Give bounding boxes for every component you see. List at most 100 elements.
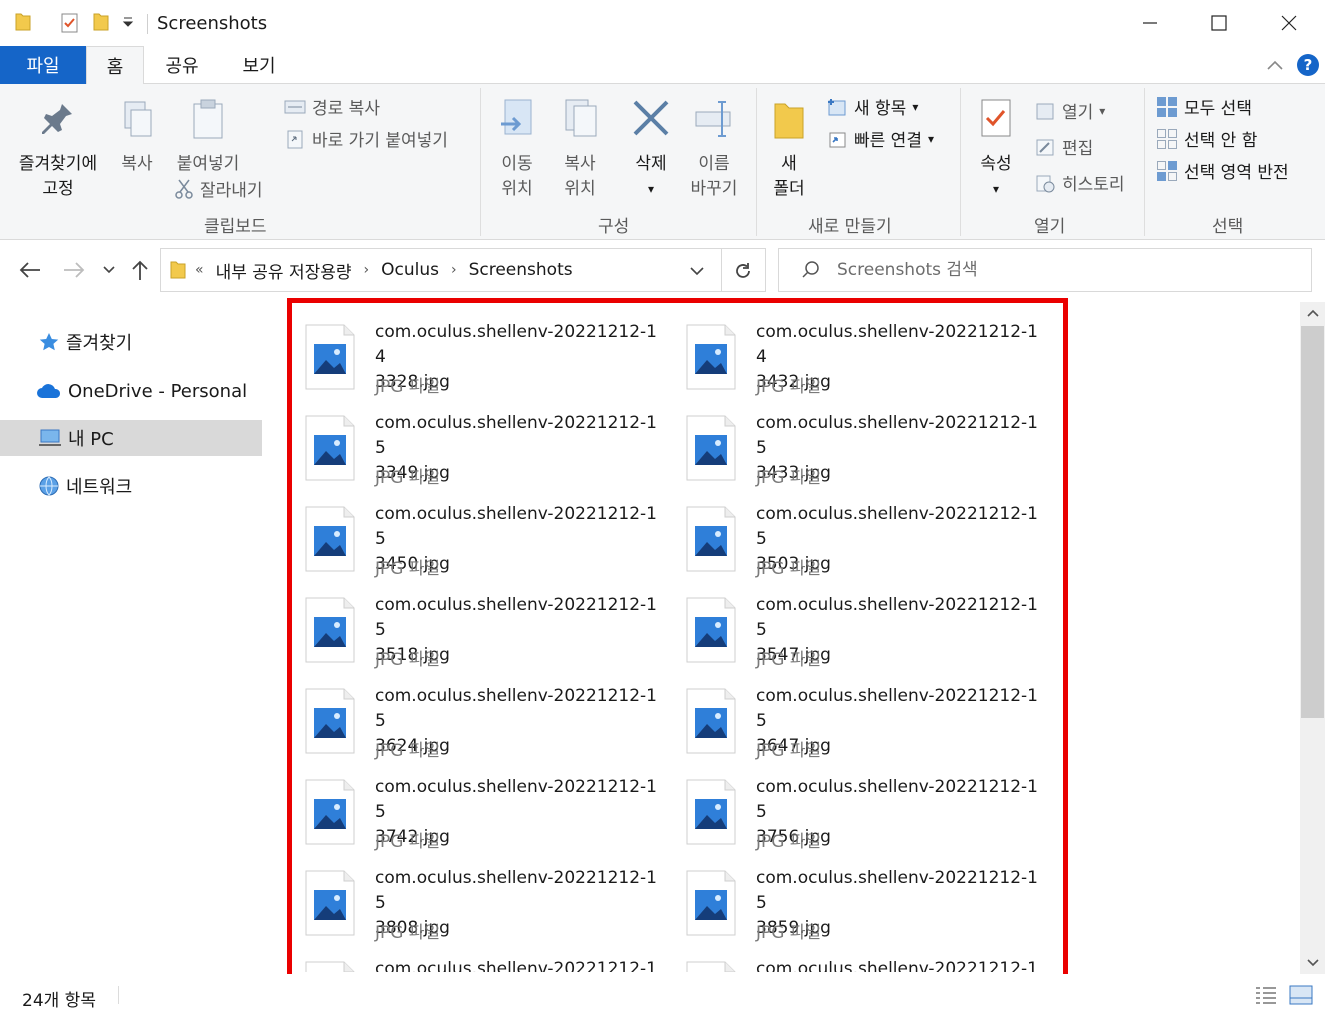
forward-arrow-icon[interactable]	[62, 260, 86, 280]
svg-text:?: ?	[1304, 56, 1313, 74]
breadcrumb-item[interactable]: Screenshots	[469, 260, 573, 280]
close-button[interactable]	[1254, 0, 1324, 46]
refresh-icon[interactable]	[733, 261, 753, 281]
status-separator	[118, 986, 119, 1004]
open-button[interactable]: 열기 ▾	[1034, 98, 1105, 123]
nav-item-network[interactable]: 네트워크	[0, 468, 262, 504]
delete-button[interactable]: 삭제 ▾	[624, 96, 678, 202]
file-item[interactable]: com.oculus.shellenv-20221212-15 3503.jpg …	[686, 492, 1056, 580]
scroll-down-arrow-icon[interactable]	[1300, 952, 1325, 974]
scissors-icon	[175, 179, 193, 199]
easy-access-icon	[829, 132, 846, 147]
minimize-button[interactable]	[1115, 0, 1185, 46]
collapse-ribbon-icon[interactable]	[1266, 58, 1284, 72]
tab-home[interactable]: 홈	[86, 46, 144, 85]
recent-locations-chevron-icon[interactable]	[102, 265, 116, 275]
file-item[interactable]: com.oculus.shellenv-20221212-15 3756.jpg …	[686, 765, 1056, 853]
tab-view[interactable]: 보기	[228, 46, 290, 84]
breadcrumb-chevron-icon[interactable]: ›	[451, 262, 457, 278]
customize-quick-access-icon[interactable]	[122, 16, 134, 28]
file-item[interactable]: com.oculus.shellenv-20221212-15 3859.jpg …	[686, 856, 1056, 944]
select-all-label: 모두 선택	[1184, 99, 1252, 119]
maximize-button[interactable]	[1184, 0, 1254, 46]
file-item[interactable]: com.oculus.shellenv-20221212-15 3547.jpg …	[686, 583, 1056, 671]
nav-item-this-pc[interactable]: 내 PC	[0, 420, 262, 456]
breadcrumb-chevron-icon[interactable]: ›	[364, 262, 370, 278]
copy-button[interactable]: 복사	[112, 98, 162, 177]
vertical-scrollbar[interactable]	[1300, 302, 1325, 974]
pin-to-quick-access-button[interactable]: 즐겨찾기에 고정	[10, 98, 106, 202]
file-item[interactable]: com.oculus.shellenv-20221212-15 3742.jpg …	[305, 765, 675, 853]
help-icon[interactable]: ?	[1296, 53, 1320, 77]
file-item[interactable]: com.oculus.shellenv-20221212-15	[305, 947, 675, 972]
file-type: JPG 파일	[756, 650, 822, 670]
file-item[interactable]: com.oculus.shellenv-20221212-14 3432.jpg …	[686, 310, 1056, 398]
history-label: 히스토리	[1062, 175, 1125, 195]
file-item[interactable]: com.oculus.shellenv-20221212-15 3518.jpg …	[305, 583, 675, 671]
file-item[interactable]: com.oculus.shellenv-20221212-15 3647.jpg …	[686, 674, 1056, 762]
rename-line1: 이름	[698, 154, 730, 174]
image-file-icon	[305, 506, 355, 572]
file-type: JPG 파일	[375, 923, 441, 943]
paste-button[interactable]: 붙여넣기	[168, 98, 248, 177]
ribbon-separator	[1144, 88, 1145, 236]
invert-selection-button[interactable]: 선택 영역 반전	[1156, 158, 1289, 183]
address-bar[interactable]: « 내부 공유 저장용량 › Oculus › Screenshots	[160, 248, 766, 292]
nav-item-quick-access[interactable]: 즐겨찾기	[0, 324, 262, 360]
easy-access-button[interactable]: 빠른 연결 ▾	[826, 126, 934, 151]
breadcrumb-item[interactable]: 내부 공유 저장용량	[216, 258, 352, 283]
back-arrow-icon[interactable]	[18, 260, 42, 280]
file-item[interactable]: com.oculus.shellenv-20221212-15 3450.jpg …	[305, 492, 675, 580]
file-item[interactable]: com.oculus.shellenv-20221212-15 3433.jpg …	[686, 401, 1056, 489]
rename-line2: 바꾸기	[690, 179, 738, 199]
paste-shortcut-icon	[287, 130, 303, 148]
close-icon	[1281, 15, 1297, 31]
new-item-button[interactable]: 새 항목 ▾	[826, 94, 918, 119]
search-box[interactable]	[778, 248, 1312, 292]
delete-x-icon	[633, 100, 669, 136]
scroll-up-arrow-icon[interactable]	[1300, 302, 1325, 324]
address-history-chevron-icon[interactable]	[689, 265, 705, 277]
file-item[interactable]: com.oculus.shellenv-20221212-15 3808.jpg …	[305, 856, 675, 944]
history-button[interactable]: 히스토리	[1034, 170, 1125, 195]
scroll-thumb[interactable]	[1301, 326, 1324, 718]
cut-button[interactable]: 잘라내기	[174, 176, 263, 201]
properties-button[interactable]: 속성 ▾	[970, 96, 1022, 202]
file-item[interactable]: com.oculus.shellenv-20221212-15 3349.jpg …	[305, 401, 675, 489]
file-name: com.oculus.shellenv-20221212-15	[375, 959, 657, 972]
pin-label-line2: 고정	[42, 179, 74, 199]
search-input[interactable]	[837, 260, 1277, 280]
image-file-icon	[686, 324, 736, 390]
edit-button[interactable]: 편집	[1034, 134, 1093, 159]
rename-button[interactable]: 이름 바꾸기	[684, 96, 744, 202]
file-item[interactable]: com.oculus.shellenv-20221212-15	[686, 947, 1056, 972]
copy-path-button[interactable]: 경로 복사	[284, 94, 380, 119]
tab-file[interactable]: 파일	[0, 46, 86, 84]
details-view-icon[interactable]	[1255, 985, 1277, 1005]
copy-icon	[124, 101, 152, 137]
select-all-button[interactable]: 모두 선택	[1156, 94, 1252, 119]
open-dropdown-icon: ▾	[1099, 103, 1106, 118]
image-file-icon	[305, 961, 355, 972]
new-folder-quick-icon[interactable]	[92, 12, 110, 32]
file-item[interactable]: com.oculus.shellenv-20221212-14 3328.jpg …	[305, 310, 675, 398]
up-arrow-icon[interactable]	[130, 259, 150, 281]
tab-share[interactable]: 공유	[150, 46, 214, 84]
image-file-icon	[686, 597, 736, 663]
edit-icon	[1036, 139, 1054, 155]
nav-item-label: 네트워크	[66, 477, 133, 498]
file-item[interactable]: com.oculus.shellenv-20221212-15 3624.jpg …	[305, 674, 675, 762]
select-none-button[interactable]: 선택 안 함	[1156, 126, 1257, 151]
breadcrumb-overflow[interactable]: «	[195, 262, 204, 278]
edit-label: 편집	[1062, 139, 1094, 159]
move-to-button[interactable]: 이동 위치	[490, 96, 544, 202]
folder-icon	[15, 13, 31, 31]
copy-path-icon	[284, 100, 306, 113]
properties-quick-icon[interactable]	[60, 12, 80, 34]
new-folder-button[interactable]: 새 폴더	[766, 96, 812, 202]
large-icons-view-icon[interactable]	[1289, 985, 1313, 1005]
nav-item-onedrive[interactable]: OneDrive - Personal	[0, 373, 262, 409]
copy-to-button[interactable]: 복사 위치	[550, 96, 610, 202]
breadcrumb-item[interactable]: Oculus	[381, 260, 439, 280]
paste-shortcut-button[interactable]: 바로 가기 붙여넣기	[284, 126, 448, 151]
